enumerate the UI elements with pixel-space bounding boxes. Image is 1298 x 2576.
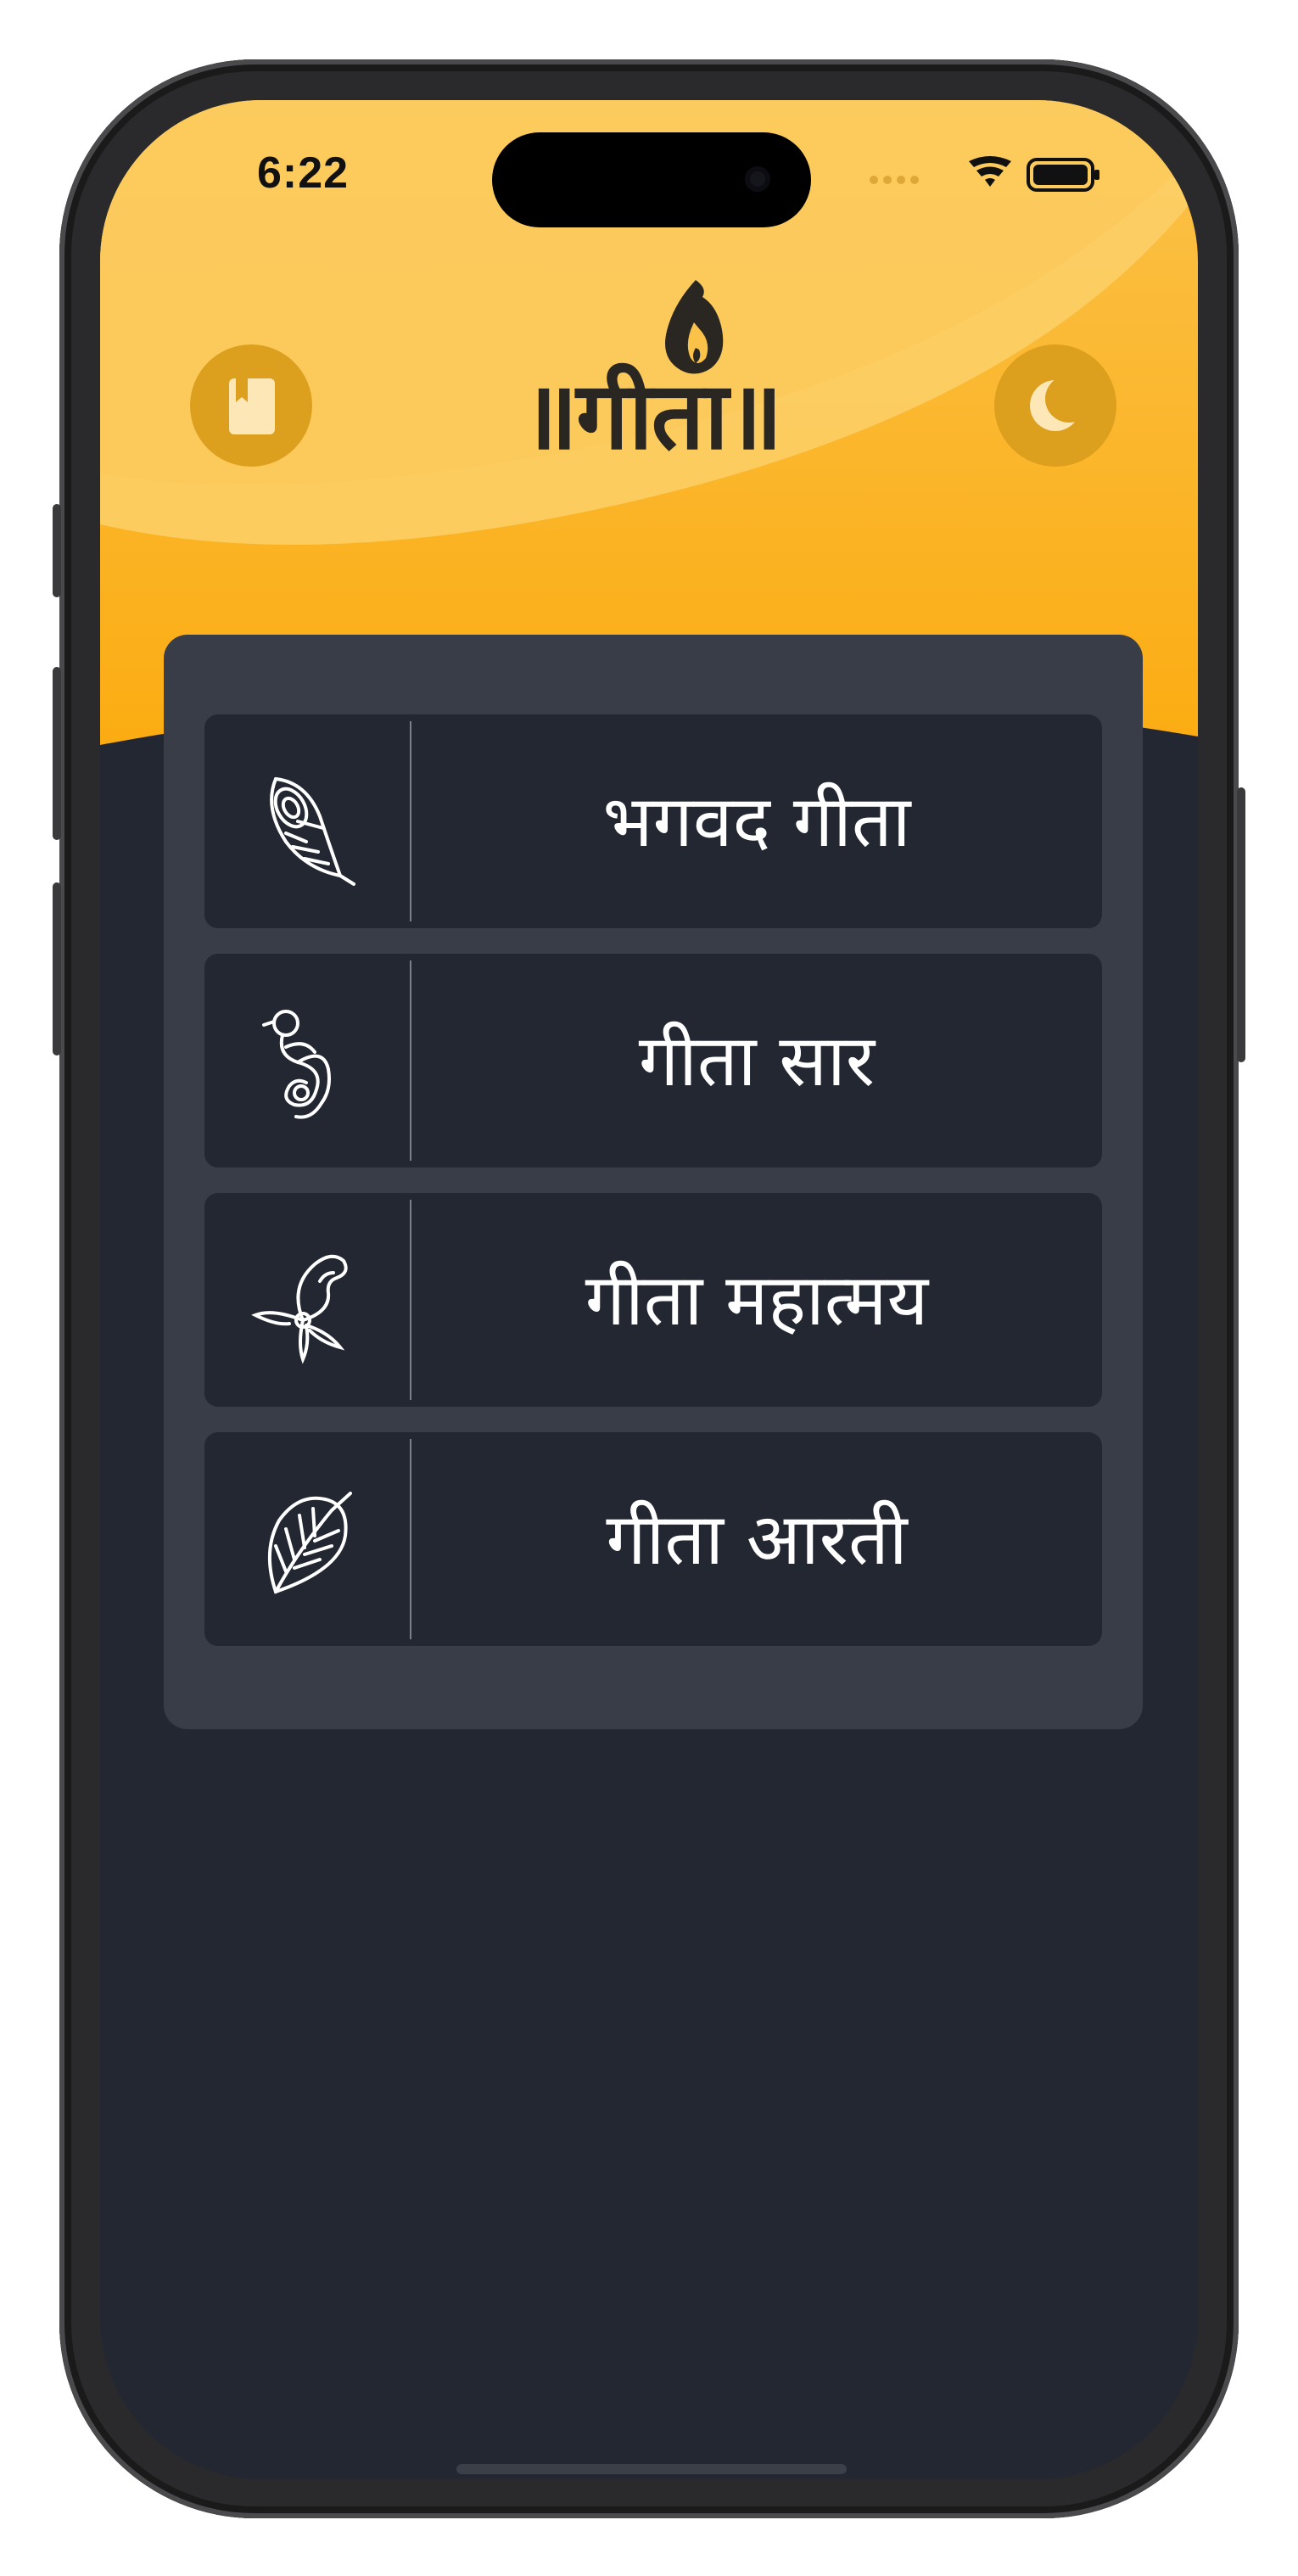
- volume-down-button: [53, 882, 61, 1056]
- front-camera-icon: [745, 166, 770, 192]
- dynamic-island: [492, 132, 811, 227]
- app-logo: ॥गीता॥: [499, 263, 804, 467]
- menu-item-gita-saar[interactable]: गीता सार: [204, 954, 1102, 1168]
- bookmark-book-icon: [229, 378, 275, 434]
- volume-up-button: [53, 667, 61, 840]
- status-bar: 6:22: [100, 100, 1198, 227]
- home-indicator[interactable]: [456, 2464, 847, 2474]
- bookmark-button[interactable]: [190, 344, 312, 467]
- leaf-icon: [204, 1432, 410, 1646]
- peacock-icon: [204, 954, 410, 1168]
- cellular-signal-icon: [870, 176, 919, 184]
- peacock-feather-icon: [204, 714, 410, 928]
- status-time: 6:22: [257, 148, 350, 198]
- menu-item-label: गीता आरती: [606, 1498, 908, 1581]
- dark-mode-toggle[interactable]: [994, 344, 1116, 467]
- logo-text: ॥गीता॥: [522, 361, 782, 470]
- app-screen: 6:22 ॥गीता॥ भगवद गीता गीता सार गीता महात…: [100, 100, 1198, 2479]
- menu-item-bhagavad-gita[interactable]: भगवद गीता: [204, 714, 1102, 928]
- power-button: [1237, 787, 1245, 1062]
- wifi-icon: [969, 156, 1011, 187]
- moon-icon: [1030, 375, 1093, 431]
- menu-item-label: भगवद गीता: [602, 780, 911, 863]
- menu-item-label: गीता महात्मय: [585, 1258, 929, 1341]
- battery-icon: [1027, 158, 1099, 192]
- action-button: [53, 504, 61, 597]
- paisley-flower-icon: [204, 1193, 410, 1407]
- menu-card: भगवद गीता गीता सार गीता महात्मय गीता आरत…: [164, 635, 1143, 1729]
- menu-item-gita-aarti[interactable]: गीता आरती: [204, 1432, 1102, 1646]
- menu-item-gita-mahatmya[interactable]: गीता महात्मय: [204, 1193, 1102, 1407]
- status-indicators: [867, 154, 1105, 197]
- menu-item-label: गीता सार: [638, 1019, 876, 1102]
